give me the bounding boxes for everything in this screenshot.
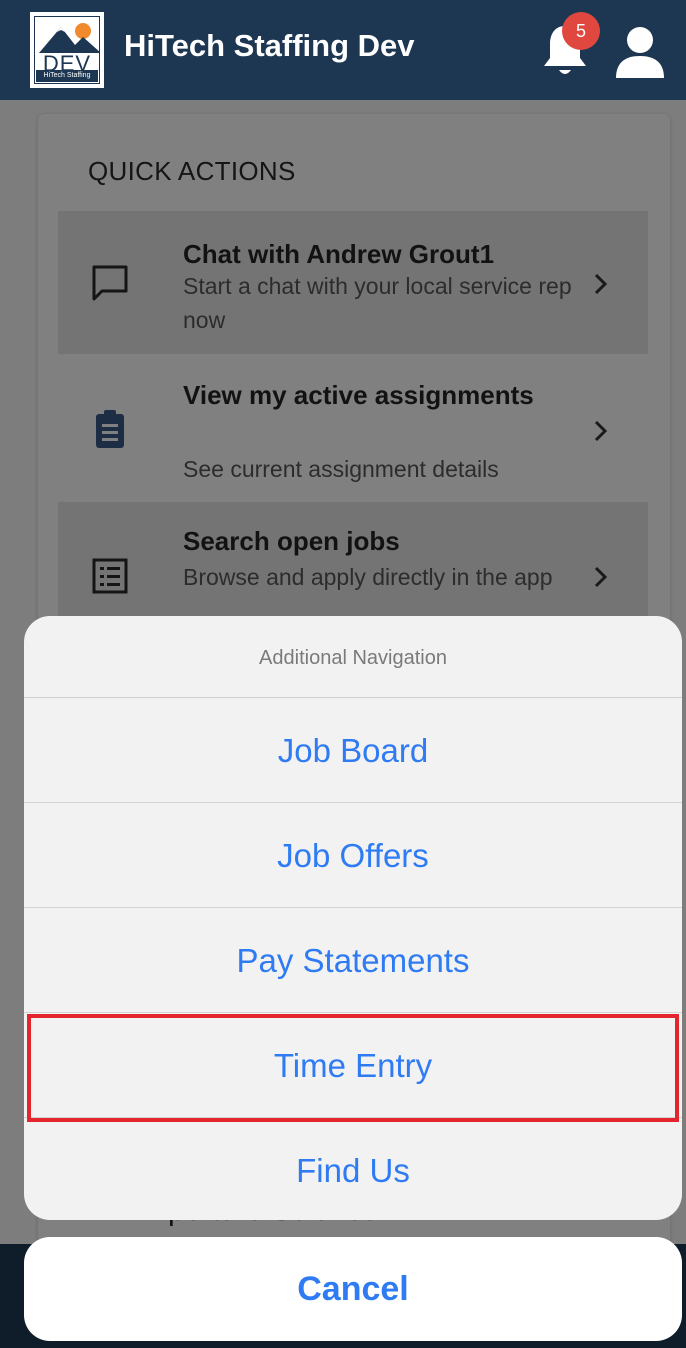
- job-offers-option[interactable]: Job Offers: [24, 803, 682, 908]
- list-icon: [88, 554, 132, 598]
- job-board-option[interactable]: Job Board: [24, 698, 682, 803]
- pay-statements-option[interactable]: Pay Statements: [24, 908, 682, 1013]
- notification-badge: 5: [562, 12, 600, 50]
- chevron-right-icon: [588, 418, 614, 444]
- user-icon: [616, 27, 664, 78]
- profile-button[interactable]: [612, 24, 668, 80]
- action-subtitle: Start a chat with your local service rep…: [183, 273, 572, 333]
- quick-actions-title: QUICK ACTIONS: [88, 156, 296, 186]
- action-subtitle: See current assignment details: [183, 456, 499, 482]
- chat-icon: [88, 261, 132, 305]
- chevron-right-icon: [588, 271, 614, 297]
- cancel-button[interactable]: Cancel: [24, 1237, 682, 1341]
- action-sheet: Additional Navigation Job Board Job Offe…: [24, 616, 682, 1220]
- action-title: Search open jobs: [183, 526, 400, 556]
- logo-subtitle: HiTech Staffing: [36, 70, 98, 82]
- time-entry-highlight: [27, 1014, 679, 1122]
- app-title: HiTech Staffing Dev: [124, 28, 415, 63]
- chevron-right-icon: [588, 564, 614, 590]
- action-title: Chat with Andrew Grout1: [183, 239, 495, 269]
- find-us-option[interactable]: Find Us: [24, 1118, 682, 1220]
- action-title: View my active assignments: [183, 380, 534, 410]
- chat-action[interactable]: Chat with Andrew Grout1 Start a chat wit…: [58, 211, 648, 354]
- action-sheet-title: Additional Navigation: [24, 616, 682, 698]
- clipboard-icon: [88, 408, 132, 452]
- active-assignments-action[interactable]: View my active assignments See current a…: [58, 360, 648, 495]
- search-jobs-action[interactable]: Search open jobs Browse and apply direct…: [58, 502, 648, 616]
- app-logo: DEV HiTech Staffing: [30, 12, 104, 88]
- action-subtitle: Browse and apply directly in the app: [183, 564, 553, 590]
